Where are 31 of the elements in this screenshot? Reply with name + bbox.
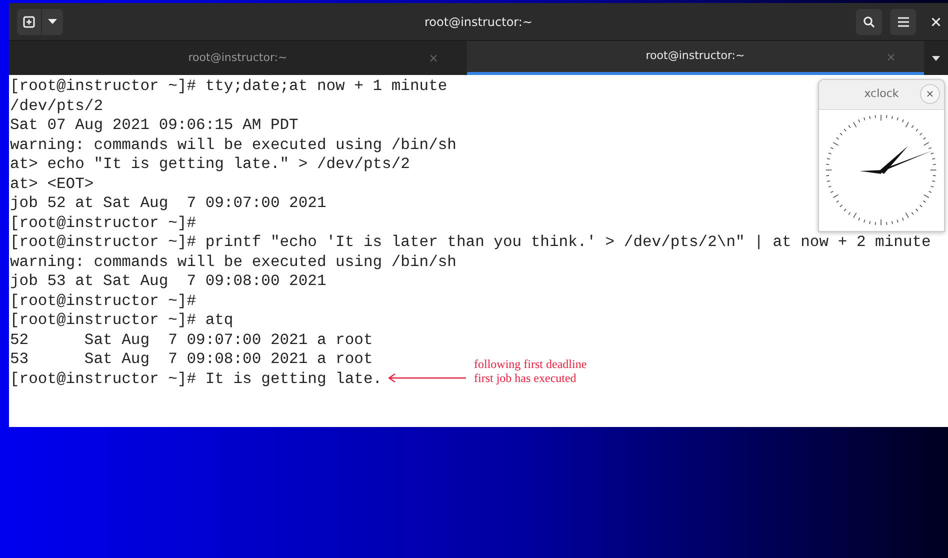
terminal-line: Sat 07 Aug 2021 09:06:15 AM PDT [10, 116, 298, 136]
arrow-icon [388, 373, 466, 383]
close-icon[interactable] [932, 18, 940, 26]
terminal-line: 53 Sat Aug 7 09:08:00 2021 a root [10, 350, 373, 370]
terminal-line: at> echo "It is getting late." > /dev/pts/2 [10, 155, 410, 174]
terminal-line: warning: commands will be executed using /bin/sh [10, 252, 456, 272]
window-title: xclock [864, 86, 899, 102]
terminal-line: [root@instructor ~]# atq [10, 311, 234, 330]
terminal-line: job 53 at Sat Aug 7 09:08:00 2021 [10, 272, 326, 292]
terminal-line: /dev/pts/2 [10, 96, 104, 116]
terminal-line: [root@instructor ~]# [10, 214, 196, 233]
terminal-line: [root@instructor ~]# tty;date;at now + 1 minute [10, 77, 448, 96]
terminal-line: warning: commands will be executed using /bin/sh [10, 136, 456, 155]
terminal-line: [root@instructor ~]# It is getting late. [10, 370, 382, 389]
plus-icon [23, 16, 35, 28]
close-button[interactable]: × [920, 84, 940, 104]
dropdown-button[interactable] [42, 8, 63, 34]
menu-icon [898, 16, 908, 26]
terminal-line: job 52 at Sat Aug 7 09:07:00 2021 [10, 194, 326, 214]
terminal-line: [root@instructor ~]# [10, 292, 196, 311]
window-title: root@instructor:~ [424, 14, 532, 30]
terminal-line: 52 Sat Aug 7 09:07:00 2021 a root [10, 330, 373, 350]
search-icon [863, 16, 875, 28]
terminal-tab[interactable]: root@instructor:~ × [466, 41, 924, 75]
terminal-line: [root@instructor ~]# printf "echo 'It is later than you think.' > /dev/pts/2\n" | at now + 2 minute [10, 233, 931, 252]
caret-icon [48, 18, 57, 24]
terminal-line: at> <EOT> [10, 174, 94, 194]
search-button[interactable] [856, 8, 882, 34]
annotation-text: following first deadline first job has executed [474, 357, 587, 385]
menu-button[interactable] [890, 8, 916, 34]
new-tab-button[interactable] [17, 8, 41, 34]
